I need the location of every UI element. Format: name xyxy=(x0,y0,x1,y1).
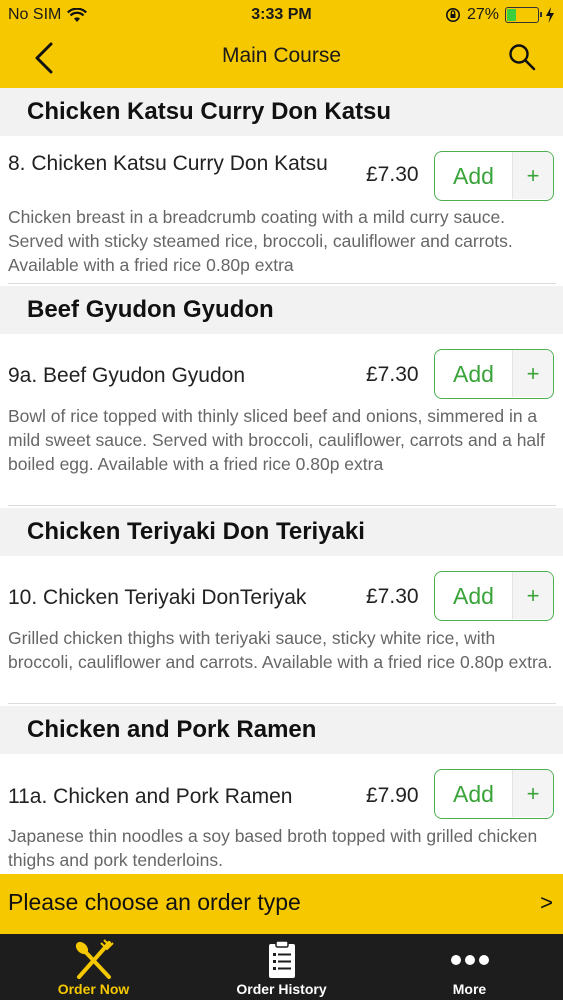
section-header: Beef Gyudon Gyudon xyxy=(0,286,563,334)
search-icon[interactable] xyxy=(507,42,537,72)
add-button[interactable]: Add + xyxy=(434,151,554,201)
section-title: Chicken Katsu Curry Don Katsu xyxy=(27,98,392,125)
add-button-label: Add xyxy=(453,583,494,609)
menu-item-name[interactable]: 9a. Beef Gyudon Gyudon xyxy=(8,362,348,389)
status-bar: No SIM 3:33 PM 27% xyxy=(0,0,563,30)
tab-more[interactable]: More xyxy=(376,934,563,1000)
divider xyxy=(8,703,556,704)
menu-item-description: Japanese thin noodles a soy based broth … xyxy=(8,826,538,870)
menu-item-description: Grilled chicken thighs with teriyaki sau… xyxy=(8,628,553,672)
menu-item-name[interactable]: 8. Chicken Katsu Curry Don Katsu xyxy=(8,150,348,177)
page-title: Main Course xyxy=(221,44,342,67)
menu-item-price: £7.90 xyxy=(366,784,419,807)
order-type-prompt: Please choose an order type xyxy=(8,889,301,915)
tab-bar: Order Now Order History More xyxy=(0,934,563,1000)
nav-bar: Main Course xyxy=(0,30,563,88)
section-header: Chicken Katsu Curry Don Katsu xyxy=(0,88,563,136)
menu-item-name[interactable]: 10. Chicken Teriyaki DonTeriyak xyxy=(8,584,348,611)
tab-label: More xyxy=(452,981,487,997)
fork-knife-icon xyxy=(75,939,114,979)
tab-order-now[interactable]: Order Now xyxy=(0,934,187,1000)
clipboard-icon xyxy=(268,940,295,978)
menu-item-description: Bowl of rice topped with thinly sliced b… xyxy=(8,406,545,474)
battery-icon xyxy=(505,7,542,23)
add-button[interactable]: Add + xyxy=(434,571,554,621)
plus-icon: + xyxy=(512,350,553,397)
divider xyxy=(8,283,556,284)
divider xyxy=(8,505,556,506)
plus-icon: + xyxy=(512,152,553,199)
add-button-label: Add xyxy=(453,781,494,807)
tab-order-history[interactable]: Order History xyxy=(188,934,375,1000)
top-bar: No SIM 3:33 PM 27% Main Course xyxy=(0,0,563,88)
section-title: Chicken Teriyaki Don Teriyaki xyxy=(27,518,365,545)
add-button[interactable]: Add + xyxy=(434,349,554,399)
battery-percent: 27% xyxy=(466,6,499,23)
tab-label: Order History xyxy=(236,981,327,997)
plus-icon: + xyxy=(512,572,553,619)
add-button-label: Add xyxy=(453,163,494,189)
section-header: Chicken and Pork Ramen xyxy=(0,706,563,754)
menu-item-name[interactable]: 11a. Chicken and Pork Ramen xyxy=(8,783,348,810)
battery-fill xyxy=(507,9,516,21)
section-title: Chicken and Pork Ramen xyxy=(27,716,317,743)
menu-list[interactable]: Chicken Katsu Curry Don Katsu 8. Chicken… xyxy=(0,88,563,874)
section-header: Chicken Teriyaki Don Teriyaki xyxy=(0,508,563,556)
add-button-label: Add xyxy=(453,361,494,387)
order-type-bar[interactable]: Please choose an order type > xyxy=(0,874,563,934)
orientation-lock-icon xyxy=(445,8,460,22)
chevron-right-icon: > xyxy=(540,890,553,915)
menu-item-price: £7.30 xyxy=(366,163,419,186)
tab-label: Order Now xyxy=(57,981,130,997)
menu-item-price: £7.30 xyxy=(366,363,419,386)
add-button[interactable]: Add + xyxy=(434,769,554,819)
plus-icon: + xyxy=(512,770,553,817)
more-dots-icon xyxy=(450,955,489,965)
section-title: Beef Gyudon Gyudon xyxy=(27,296,274,323)
charging-icon xyxy=(546,7,554,23)
status-right: 27% xyxy=(445,6,555,24)
menu-item-description: Chicken breast in a breadcrumb coating w… xyxy=(8,207,513,275)
menu-item-price: £7.30 xyxy=(366,585,419,608)
